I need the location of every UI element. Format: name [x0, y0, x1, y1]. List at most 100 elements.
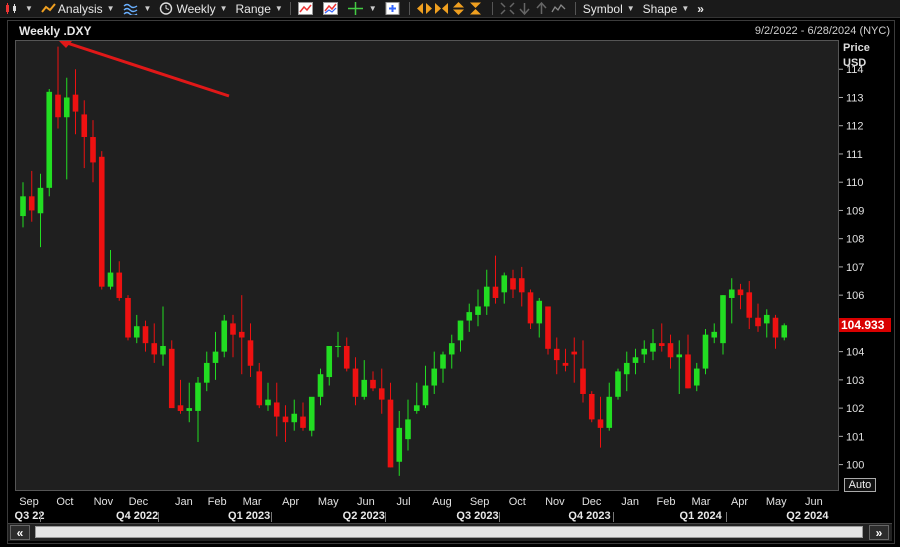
clock-icon — [160, 2, 173, 15]
x-tick-label: Jan — [175, 496, 193, 508]
crosshair-button[interactable]: ▼ — [344, 0, 381, 17]
period-menu[interactable]: Weekly ▼ — [155, 0, 231, 17]
scroll-left-button[interactable]: « — [10, 525, 30, 540]
chevron-down-icon: ▼ — [25, 4, 33, 13]
x-tick-label: Jan — [621, 496, 639, 508]
quarter-divider — [157, 512, 159, 522]
x-tick-label: Feb — [207, 496, 227, 508]
expand-horizontal-icon — [416, 3, 432, 14]
add-button[interactable] — [381, 0, 406, 17]
x-tick-label: Jul — [396, 496, 411, 508]
toolbar-divider — [408, 2, 410, 15]
arrow-up-icon — [536, 2, 547, 14]
x-tick-label: May — [765, 496, 787, 508]
chart-title: Weekly .DXY — [19, 24, 92, 38]
x-tick-label: Apr — [282, 496, 300, 508]
analysis-menu[interactable]: Analysis ▼ — [37, 0, 119, 17]
period-label: Weekly — [176, 1, 216, 16]
chart-type-button[interactable]: ▼ — [0, 0, 37, 17]
toolbar: ▼ Analysis ▼ ▼ Weekly ▼ Range ▼ ▼ Symbol… — [0, 0, 900, 18]
compress-vertical-icon — [469, 2, 481, 15]
annotation-layer — [59, 41, 230, 98]
fit-icon — [500, 2, 515, 15]
y-tick-label: 107 — [846, 262, 864, 274]
chevron-down-icon: ▼ — [368, 4, 377, 13]
analysis-label: Analysis — [57, 1, 103, 16]
expand-vertical-icon — [452, 2, 464, 15]
y-tick-label: 114 — [846, 64, 864, 76]
x-tick-label: May — [317, 496, 339, 508]
x-tick-label: Nov — [93, 496, 114, 508]
range-label: Range — [235, 1, 271, 16]
x-tick-label: Feb — [656, 496, 676, 508]
x-tick-label: Aug — [432, 496, 452, 508]
x-tick-label: Mar — [691, 496, 711, 508]
auto-scale-button[interactable]: Auto — [844, 478, 876, 492]
scroll-right-button[interactable]: » — [869, 525, 889, 540]
shape-menu[interactable]: Shape ▼ — [639, 0, 694, 17]
y-tick-label: 110 — [846, 177, 864, 189]
x-tick-label: Jun — [805, 496, 823, 508]
wave-icon — [123, 3, 137, 15]
toolbar-divider — [491, 2, 493, 15]
x-tick-label: Dec — [581, 496, 602, 508]
scroll-thumb[interactable] — [35, 526, 863, 538]
chevron-down-icon: ▼ — [106, 4, 115, 13]
trend-chart-button[interactable] — [319, 0, 344, 17]
chevron-down-icon: ▼ — [681, 4, 690, 13]
time-axis[interactable]: Sep Oct Nov Dec Jan Feb Mar Apr May Jun Jul Aug Sep O… — [15, 492, 839, 522]
y-tick-label: 103 — [846, 375, 864, 387]
chevron-down-icon: ▼ — [274, 4, 283, 13]
price-axis[interactable]: 1001011021031041051061071081091101111121… — [839, 40, 899, 520]
add-box-icon — [385, 2, 400, 15]
chevron-down-icon: ▼ — [219, 4, 228, 13]
pattern-icon — [551, 3, 566, 13]
shape-label: Shape — [642, 1, 678, 16]
x-quarter-label: Q4 2022 — [116, 510, 159, 522]
analysis-icon — [41, 3, 56, 13]
date-range: 9/2/2022 - 6/28/2024 (NYC) — [754, 25, 890, 37]
x-tick-label: Nov — [545, 496, 565, 508]
x-tick-label: Oct — [56, 496, 74, 508]
x-tick-label: Sep — [469, 496, 490, 508]
compress-horizontal-icon — [434, 3, 448, 14]
crosshair-icon — [347, 2, 363, 15]
y-tick-label: 112 — [846, 121, 864, 133]
annotation-arrow[interactable] — [63, 41, 230, 98]
y-tick-label: 108 — [846, 234, 864, 246]
line-chart-button[interactable] — [294, 0, 319, 17]
y-tick-label: 102 — [846, 403, 864, 415]
trend-chart-icon — [322, 2, 338, 15]
chevron-down-icon: ▼ — [626, 4, 635, 13]
y-tick-label: 104 — [846, 347, 864, 359]
double-chevron-right-icon: » — [875, 526, 883, 540]
x-quarter-label: Q4 2023 — [568, 510, 611, 522]
x-quarter-label: Q1 2024 — [679, 510, 722, 522]
quarter-divider — [498, 512, 500, 522]
candlestick-icon — [6, 3, 16, 14]
quarter-divider — [612, 512, 614, 522]
studies-button[interactable]: ▼ — [119, 0, 156, 17]
last-price-tag: 104.933 — [839, 318, 891, 333]
x-quarter-label: Q3 2023 — [456, 510, 499, 522]
quarter-divider — [726, 512, 728, 522]
navigation-controls[interactable] — [496, 0, 572, 17]
chevron-down-icon: ▼ — [143, 4, 152, 13]
symbol-menu[interactable]: Symbol ▼ — [579, 0, 639, 17]
x-tick-label: Jun — [357, 496, 375, 508]
y-tick-label: 100 — [846, 460, 864, 472]
y-tick-label: 109 — [846, 205, 864, 217]
plot-area[interactable] — [15, 40, 839, 491]
x-tick-label: Apr — [730, 496, 749, 508]
time-scrollbar[interactable]: « » — [8, 523, 892, 541]
range-menu[interactable]: Range ▼ — [232, 0, 287, 17]
x-tick-label: Sep — [19, 496, 39, 508]
line-chart-icon — [297, 2, 313, 15]
double-chevron-icon: » — [697, 1, 704, 16]
zoom-controls[interactable] — [413, 0, 489, 17]
toolbar-divider — [289, 2, 291, 15]
more-button[interactable]: » — [693, 0, 708, 17]
quarter-divider — [39, 512, 41, 522]
x-quarter-label: Q2 2024 — [786, 510, 829, 522]
x-quarter-label: Q1 2023 — [228, 510, 271, 522]
